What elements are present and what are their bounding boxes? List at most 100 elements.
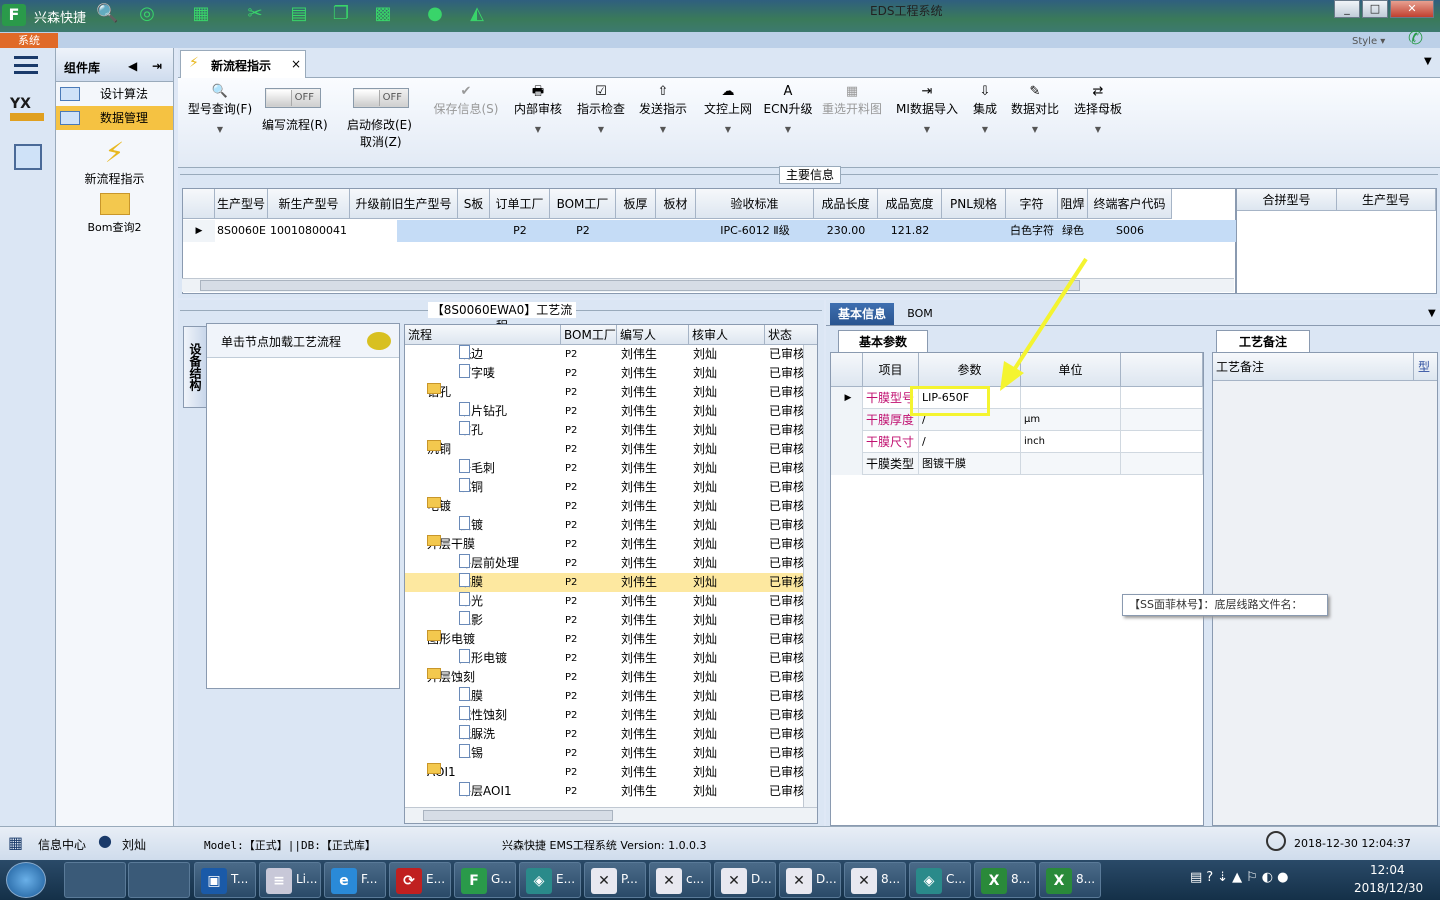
- tab-dropdown-icon[interactable]: ▼: [1428, 308, 1436, 319]
- tree-node[interactable]: 曝光: [459, 592, 561, 611]
- table-icon[interactable]: ▦: [190, 3, 212, 25]
- tree-row[interactable]: −外层干膜P2刘伟生刘灿已审核: [405, 535, 817, 554]
- ribbon-button-7[interactable]: ▦ 重选开料图: [808, 84, 896, 117]
- col-header-12[interactable]: 字符: [1006, 189, 1058, 219]
- table-cell[interactable]: [460, 220, 488, 242]
- tab-new-flow[interactable]: ⚡ 新流程指示 ×: [180, 50, 306, 78]
- tree-row[interactable]: 外层AOI1 P2 刘伟生 刘灿 已审核: [405, 782, 817, 801]
- tree-row[interactable]: 碱性蚀刻 P2 刘伟生 刘灿 已审核: [405, 706, 817, 725]
- taskbar-item[interactable]: ✕ P...: [584, 862, 646, 898]
- hamburger-menu-icon[interactable]: [14, 56, 38, 74]
- param-row[interactable]: 干膜尺寸 / inch: [831, 431, 1203, 453]
- param-value[interactable]: 图镀干膜: [919, 453, 1021, 475]
- tree-row[interactable]: −电镀P2刘伟生刘灿已审核: [405, 497, 817, 516]
- scissors-icon[interactable]: ✂: [244, 3, 266, 25]
- tree-vscrollbar[interactable]: [803, 345, 817, 807]
- tool-new-flow[interactable]: ⚡ 新流程指示: [56, 136, 173, 187]
- table-cell[interactable]: 10010800041130: [270, 220, 348, 242]
- param-unit[interactable]: μm: [1021, 409, 1121, 431]
- chart-icon[interactable]: ◭: [466, 3, 488, 25]
- tree-node[interactable]: 打字唛: [459, 364, 561, 383]
- subtab-basic-params[interactable]: 基本参数: [838, 330, 928, 352]
- table-cell[interactable]: 230.00: [816, 220, 876, 242]
- taskbar-item[interactable]: F G...: [454, 862, 516, 898]
- param-row[interactable]: 干膜厚度 / μm: [831, 409, 1203, 431]
- taskbar-item[interactable]: X 8...: [974, 862, 1036, 898]
- film-icon[interactable]: ▤: [288, 3, 310, 25]
- tree-hscrollbar[interactable]: [405, 807, 817, 823]
- table-cell[interactable]: S006: [1090, 220, 1170, 242]
- ribbon-button-11[interactable]: ⇄ 选择母板 ▼: [1060, 84, 1136, 134]
- tree-row[interactable]: 外层前处理 P2 刘伟生 刘灿 已审核: [405, 554, 817, 573]
- tree-row[interactable]: 退锡 P2 刘伟生 刘灿 已审核: [405, 744, 817, 763]
- tree-node[interactable]: 硫脲洗: [459, 725, 561, 744]
- col-header-8[interactable]: 验收标准: [696, 189, 814, 219]
- col-header-10[interactable]: 成品宽度: [878, 189, 942, 219]
- tree-node[interactable]: −钻孔: [427, 383, 561, 402]
- tree-row[interactable]: 退膜 P2 刘伟生 刘灿 已审核: [405, 687, 817, 706]
- col-merge-model[interactable]: 合拼型号: [1237, 189, 1337, 211]
- param-value[interactable]: /: [919, 431, 1021, 453]
- tab-close-icon[interactable]: ×: [291, 57, 301, 71]
- col-header-1[interactable]: 新生产型号: [268, 189, 350, 219]
- tree-row[interactable]: 曝光 P2 刘伟生 刘灿 已审核: [405, 592, 817, 611]
- table-cell[interactable]: [944, 220, 1004, 242]
- col-header-14[interactable]: 终端客户代码: [1088, 189, 1172, 219]
- taskbar-item[interactable]: ✕ c...: [649, 862, 711, 898]
- tree-node[interactable]: 外层前处理: [459, 554, 561, 573]
- tree-col-2[interactable]: 编写人: [617, 325, 689, 345]
- tree-node[interactable]: 退膜: [459, 687, 561, 706]
- tree-row[interactable]: 显影 P2 刘伟生 刘灿 已审核: [405, 611, 817, 630]
- tree-row[interactable]: 打字唛 P2 刘伟生 刘灿 已审核: [405, 364, 817, 383]
- tree-row[interactable]: −图形电镀P2刘伟生刘灿已审核: [405, 630, 817, 649]
- write-flow-toggle[interactable]: OFF: [265, 88, 321, 108]
- tree-node[interactable]: 沉铜: [459, 478, 561, 497]
- tool-bom-query[interactable]: Bom查询2: [56, 193, 173, 235]
- tree-node[interactable]: −沉铜: [427, 440, 561, 459]
- tree-node[interactable]: −电镀: [427, 497, 561, 516]
- tree-row[interactable]: 去毛刺 P2 刘伟生 刘灿 已审核: [405, 459, 817, 478]
- clock-time[interactable]: 12:04: [1370, 863, 1405, 877]
- param-unit[interactable]: inch: [1021, 431, 1121, 453]
- lib-item-design-algorithm[interactable]: 设计算法: [56, 82, 173, 106]
- clock-date[interactable]: 2018/12/30: [1354, 881, 1423, 895]
- table-cell[interactable]: 8S0060EWA0: [217, 220, 266, 242]
- minimize-button[interactable]: _: [1334, 0, 1360, 18]
- side-tab-equipment[interactable]: 设备结构: [183, 326, 207, 408]
- table-cell[interactable]: 121.82: [880, 220, 940, 242]
- taskbar-item[interactable]: ✕ 8...: [844, 862, 906, 898]
- param-row[interactable]: 干膜类型 图镀干膜: [831, 453, 1203, 475]
- user-icon[interactable]: ●: [424, 3, 446, 25]
- tree-node[interactable]: 外层AOI1: [459, 782, 561, 801]
- style-menu[interactable]: Style ▾: [1352, 36, 1385, 47]
- col-header-0[interactable]: 生产型号: [215, 189, 268, 219]
- tree-node[interactable]: 贴膜: [459, 573, 561, 592]
- copy-icon[interactable]: ❐: [330, 3, 352, 25]
- tree-row[interactable]: 铝片钻孔 P2 刘伟生 刘灿 已审核: [405, 402, 817, 421]
- table-cell[interactable]: [618, 220, 654, 242]
- tab-bom[interactable]: BOM: [900, 303, 940, 325]
- tree-node[interactable]: 显影: [459, 611, 561, 630]
- tree-node[interactable]: 图形电镀: [459, 649, 561, 668]
- start-button[interactable]: [6, 862, 46, 898]
- tree-row[interactable]: 沉铜 P2 刘伟生 刘灿 已审核: [405, 478, 817, 497]
- table-cell[interactable]: 绿色: [1060, 220, 1086, 242]
- tree-node[interactable]: 板镀: [459, 516, 561, 535]
- col-header-5[interactable]: BOM工厂: [550, 189, 616, 219]
- grid-icon[interactable]: ▩: [372, 3, 394, 25]
- taskbar-item[interactable]: e F...: [324, 862, 386, 898]
- tree-node[interactable]: −外层蚀刻: [427, 668, 561, 687]
- col-header-2[interactable]: 升级前旧生产型号: [350, 189, 458, 219]
- calculator-icon[interactable]: [14, 144, 42, 170]
- tree-row[interactable]: −外层蚀刻P2刘伟生刘灿已审核: [405, 668, 817, 687]
- ribbon-button-0[interactable]: 🔍 型号查询(F) ▼: [186, 84, 254, 134]
- tree-node[interactable]: 去毛刺: [459, 459, 561, 478]
- tab-process-notes[interactable]: 工艺备注: [1216, 330, 1310, 352]
- taskbar-item[interactable]: ▣ T...: [194, 862, 256, 898]
- col-header-7[interactable]: 板材: [656, 189, 696, 219]
- search-icon[interactable]: 🔍: [96, 3, 118, 25]
- col-item[interactable]: 项目: [863, 353, 919, 387]
- tree-row[interactable]: 贴膜 P2 刘伟生 刘灿 已审核: [405, 573, 817, 592]
- tree-node[interactable]: 碱性蚀刻: [459, 706, 561, 725]
- tree-node[interactable]: −外层干膜: [427, 535, 561, 554]
